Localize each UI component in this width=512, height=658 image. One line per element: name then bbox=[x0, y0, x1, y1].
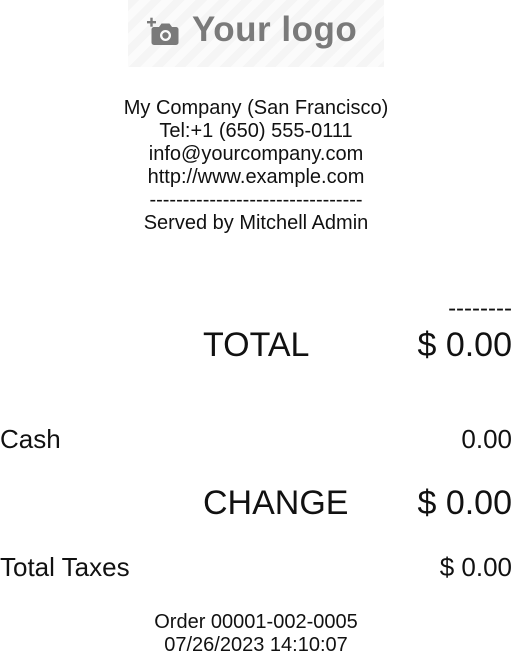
change-label: CHANGE bbox=[203, 484, 349, 522]
total-taxes-label: Total Taxes bbox=[0, 552, 130, 582]
company-contact-info: My Company (San Francisco) Tel:+1 (650) … bbox=[0, 97, 512, 235]
payment-method-label: Cash bbox=[0, 424, 61, 454]
order-info: Order 00001-002-0005 07/26/2023 14:10:07 bbox=[0, 611, 512, 657]
company-email: info@yourcompany.com bbox=[148, 143, 364, 165]
company-website: http://www.example.com bbox=[147, 166, 365, 188]
company-phone: Tel:+1 (650) 555-0111 bbox=[159, 120, 353, 142]
header-separator: -------------------------------- bbox=[149, 189, 363, 211]
company-logo: Your logo bbox=[128, 0, 384, 67]
total-taxes-amount: $ 0.00 bbox=[439, 552, 512, 582]
served-by: Served by Mitchell Admin bbox=[143, 212, 369, 234]
order-datetime: 07/26/2023 14:10:07 bbox=[164, 634, 348, 656]
change-amount: $ 0.00 bbox=[417, 484, 512, 522]
totals-separator: -------- bbox=[448, 295, 512, 322]
total-amount: $ 0.00 bbox=[417, 326, 512, 364]
payment-method-amount: 0.00 bbox=[461, 424, 512, 454]
total-label: TOTAL bbox=[203, 326, 310, 364]
order-reference: Order 00001-002-0005 bbox=[154, 611, 358, 633]
logo-text: Your logo bbox=[192, 10, 358, 49]
camera-add-icon bbox=[147, 17, 179, 45]
company-name: My Company (San Francisco) bbox=[123, 97, 389, 119]
